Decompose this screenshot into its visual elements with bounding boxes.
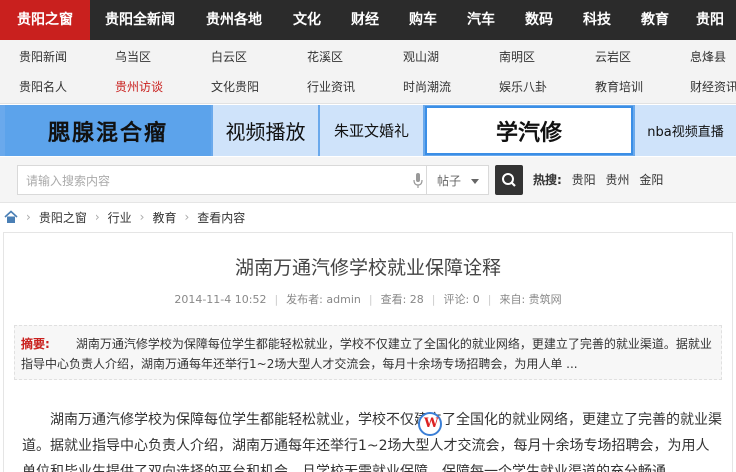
author-label: 发布者: (286, 293, 323, 306)
sub-link-baiyun[interactable]: 白云区 (211, 42, 247, 72)
nav-item-culture[interactable]: 文化 (278, 0, 336, 40)
nav-item-guiyang-more[interactable]: 贵阳 (684, 0, 736, 40)
article-summary: 摘要: 湖南万通汽修学校为保障每位学生都能轻松就业，学校不仅建立了全国化的就业网络… (14, 325, 722, 380)
article-date: 2014-11-4 10:52 (174, 293, 267, 306)
sub-link-entertainment[interactable]: 娱乐八卦 (499, 72, 547, 102)
sub-link-finance-news[interactable]: 财经资讯 (690, 72, 736, 102)
nav-item-education[interactable]: 教育 (626, 0, 684, 40)
article-title: 湖南万通汽修学校就业保障诠释 (234, 257, 501, 279)
breadcrumb-separator: › (94, 210, 100, 224)
nav-item-guizhou-regions[interactable]: 贵州各地 (190, 0, 278, 40)
sub-link-industry-news[interactable]: 行业资讯 (307, 72, 355, 102)
article-panel: 湖南万通汽修学校就业保障诠释 2014-11-4 10:52 | 发布者: admi… (3, 232, 733, 472)
ad-link-5[interactable]: nba视频直播 (635, 105, 736, 156)
summary-text: 湖南万通汽修学校为保障每位学生都能轻松就业，学校不仅建立了全国化的就业网络，更建… (21, 337, 712, 371)
breadcrumb-current: 查看内容 (197, 210, 246, 225)
article-body: 湖南万通汽修学校为保障每位学生都能轻松就业，学校不仅建立了全国化的就业网络，更建… (22, 412, 722, 472)
breadcrumb: › 贵阳之窗 › 行业 › 教育 › 查看内容 (0, 204, 736, 230)
breadcrumb-item[interactable]: 行业 (108, 209, 132, 226)
sub-link-interviews[interactable]: 贵州访谈 (115, 72, 163, 102)
nav-item-digital[interactable]: 数码 (510, 0, 568, 40)
article-author[interactable]: admin (326, 293, 360, 306)
search-button[interactable] (495, 165, 523, 195)
ad-link-3[interactable]: 朱亚文婚礼 (320, 105, 423, 156)
sub-link-huaxi[interactable]: 花溪区 (307, 42, 343, 72)
search-type-select[interactable]: 帖子 (427, 165, 489, 195)
watermark-logo-icon: W (418, 412, 442, 436)
sub-link-xifeng[interactable]: 息烽县 (690, 42, 726, 72)
search-placeholder: 请输入搜索内容 (26, 174, 111, 188)
search-bar: 请输入搜索内容 帖子 热搜: 贵阳 贵州 金阳 (0, 157, 736, 203)
nav-item-tech[interactable]: 科技 (568, 0, 626, 40)
hot-keyword[interactable]: 金阳 (639, 173, 663, 187)
views-label: 查看: (380, 293, 407, 306)
home-icon[interactable] (4, 210, 18, 224)
hot-keyword[interactable]: 贵州 (605, 173, 629, 187)
nav-item-auto[interactable]: 汽车 (452, 0, 510, 40)
summary-label: 摘要: (21, 337, 50, 351)
sub-link-fashion[interactable]: 时尚潮流 (403, 72, 451, 102)
sub-link-yunyan[interactable]: 云岩区 (595, 42, 631, 72)
sub-link-nanming[interactable]: 南明区 (499, 42, 535, 72)
article-meta: 2014-11-4 10:52 | 发布者: admin | 查看: 28 | 评论: 0 |… (174, 293, 562, 306)
ad-link-2[interactable]: 视频播放 (213, 105, 318, 156)
sub-nav-row-regions: 贵阳新闻 乌当区 白云区 花溪区 观山湖 南明区 云岩区 息烽县 (0, 42, 736, 74)
breadcrumb-separator: › (26, 210, 31, 224)
microphone-icon[interactable] (413, 173, 423, 189)
comment-count[interactable]: 0 (473, 293, 480, 306)
hot-search-label: 热搜: (533, 173, 562, 187)
sub-link-culture-guiyang[interactable]: 文化贵阳 (211, 72, 259, 102)
comments-label: 评论: (443, 293, 470, 306)
nav-item-guiyang-window[interactable]: 贵阳之窗 (0, 0, 90, 40)
sub-link-celebrities[interactable]: 贵阳名人 (19, 72, 67, 102)
sub-link-guanshanhu[interactable]: 观山湖 (403, 42, 439, 72)
sub-link-wudang[interactable]: 乌当区 (115, 42, 151, 72)
search-input[interactable]: 请输入搜索内容 (17, 165, 427, 195)
search-type-value: 帖子 (437, 174, 462, 188)
view-count: 28 (409, 293, 424, 306)
ad-banner-strip: 腮腺混合瘤 视频播放 朱亚文婚礼 学汽修 nba视频直播 (0, 105, 736, 156)
breadcrumb-separator: › (184, 210, 190, 224)
hot-search: 热搜: 贵阳 贵州 金阳 (533, 165, 663, 195)
nav-item-finance[interactable]: 财经 (336, 0, 394, 40)
article-source: 贵筑网 (528, 293, 562, 306)
sub-nav: 贵阳新闻 乌当区 白云区 花溪区 观山湖 南明区 云岩区 息烽县 贵阳名人 贵州… (0, 40, 736, 104)
breadcrumb-item[interactable]: 贵阳之窗 (39, 209, 87, 226)
breadcrumb-item[interactable]: 教育 (152, 209, 176, 226)
chevron-down-icon (471, 179, 479, 184)
ad-link-1[interactable]: 腮腺混合瘤 (5, 105, 211, 156)
nav-item-guiyang-news[interactable]: 贵阳全新闻 (90, 0, 190, 40)
breadcrumb-separator: › (139, 210, 145, 224)
sub-link-guiyang-news[interactable]: 贵阳新闻 (19, 42, 67, 72)
ad-link-4[interactable]: 学汽修 (425, 106, 633, 155)
top-nav-bar: 贵阳之窗 贵阳全新闻 贵州各地 文化 财经 购车 汽车 数码 科技 教育 贵阳 (0, 0, 736, 40)
source-label: 来自: (499, 293, 526, 306)
sub-nav-row-topics: 贵阳名人 贵州访谈 文化贵阳 行业资讯 时尚潮流 娱乐八卦 教育培训 财经资讯 (0, 72, 736, 104)
nav-item-car-buying[interactable]: 购车 (394, 0, 452, 40)
hot-keyword[interactable]: 贵阳 (572, 173, 596, 187)
sub-link-education-training[interactable]: 教育培训 (595, 72, 643, 102)
search-icon (502, 173, 516, 187)
